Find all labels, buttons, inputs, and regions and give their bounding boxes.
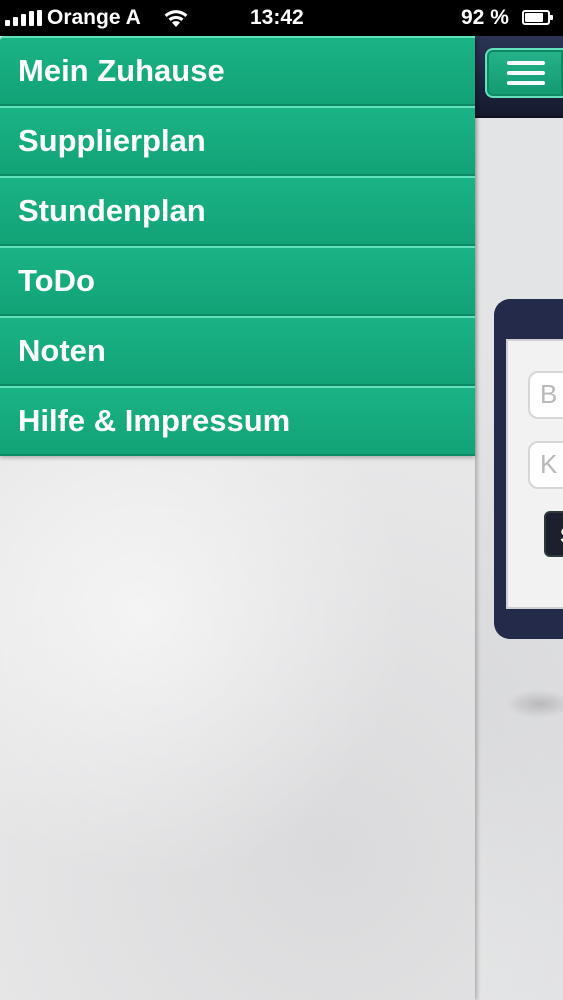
status-bar: Orange A 13:42 92 % <box>0 0 563 36</box>
hamburger-bar <box>507 81 545 85</box>
clock: 13:42 <box>250 6 304 29</box>
side-menu: Mein Zuhause Supplierplan Stundenplan To… <box>0 36 475 1000</box>
menu-item-stundenplan[interactable]: Stundenplan <box>0 176 475 246</box>
menu-item-mein-zuhause[interactable]: Mein Zuhause <box>0 36 475 106</box>
background-shadow <box>505 690 563 718</box>
hamburger-bar <box>507 71 545 75</box>
wifi-icon <box>164 10 188 27</box>
hamburger-menu-icon <box>507 61 545 65</box>
hamburger-menu-button[interactable] <box>485 48 563 98</box>
battery-icon <box>522 10 553 25</box>
signal-bars-icon <box>5 10 43 26</box>
menu-item-noten[interactable]: Noten <box>0 316 475 386</box>
menu-item-todo[interactable]: ToDo <box>0 246 475 316</box>
password-field[interactable]: K <box>528 441 563 489</box>
side-menu-list: Mein Zuhause Supplierplan Stundenplan To… <box>0 36 475 456</box>
submit-button[interactable]: S <box>544 511 563 557</box>
menu-item-hilfe-impressum[interactable]: Hilfe & Impressum <box>0 386 475 456</box>
menu-item-supplierplan[interactable]: Supplierplan <box>0 106 475 176</box>
login-card: B K S <box>494 299 563 639</box>
carrier-name: Orange A <box>47 6 141 29</box>
username-field[interactable]: B <box>528 371 563 419</box>
battery-percentage: 92 % <box>461 6 509 29</box>
